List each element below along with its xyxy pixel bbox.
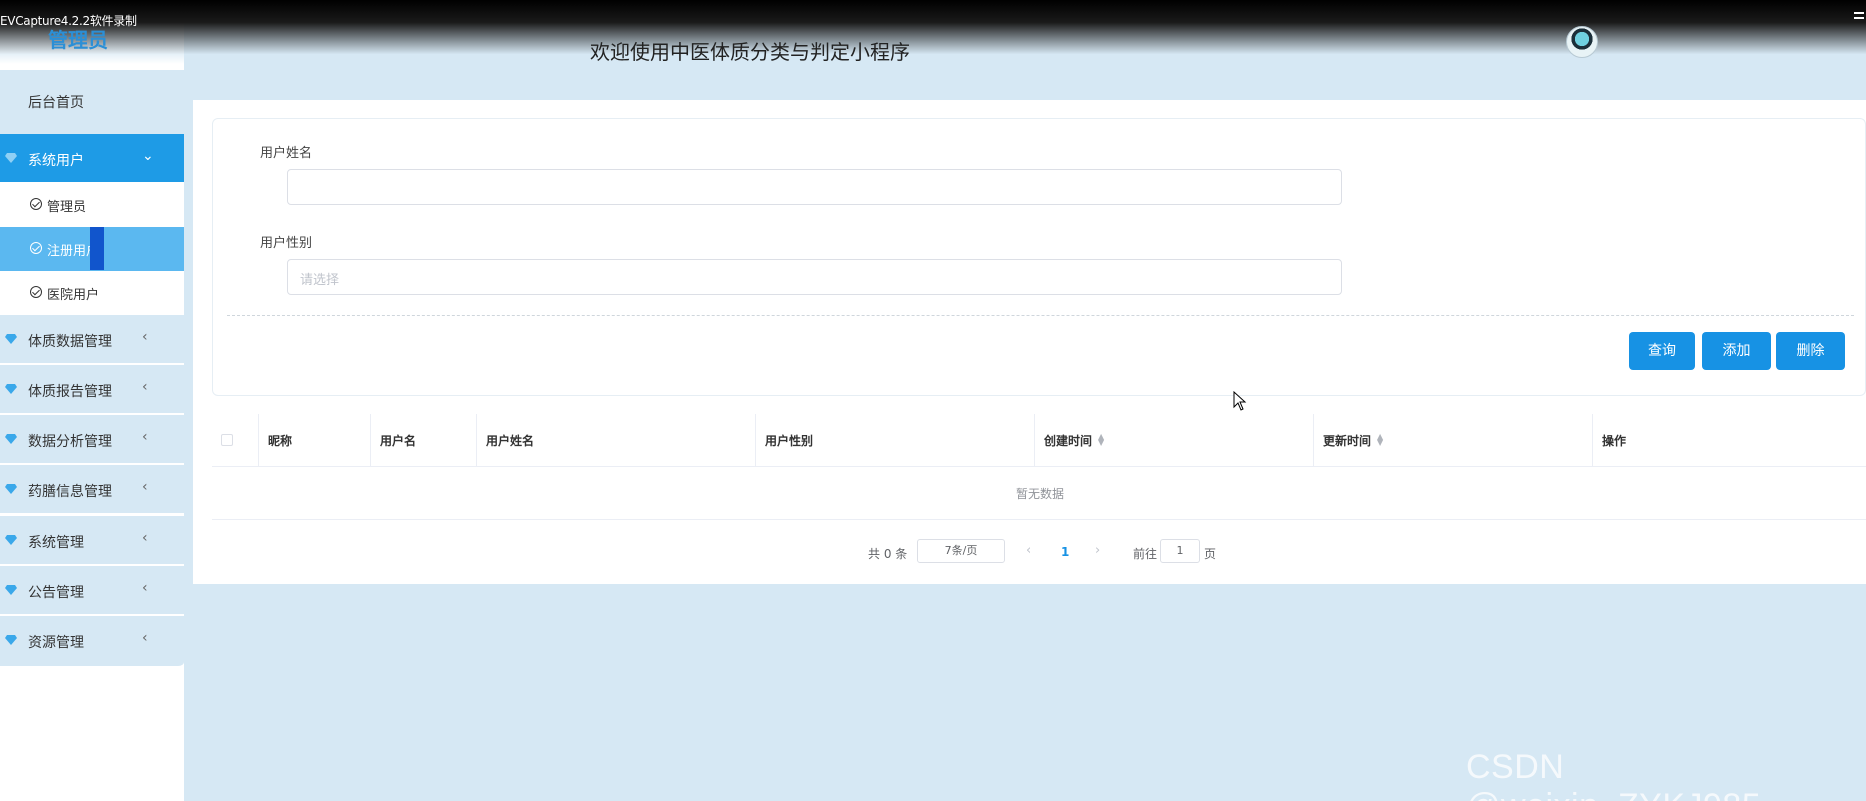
sidebar-item-label: 数据分析管理 — [28, 434, 112, 450]
chevron-down-icon: ⌄ — [142, 148, 154, 164]
sidebar-item-constitution-data[interactable]: 体质数据管理 ‹ — [0, 315, 184, 365]
sidebar-item-constitution-report[interactable]: 体质报告管理 ‹ — [0, 365, 184, 415]
sidebar-item-data-analysis[interactable]: 数据分析管理 ‹ — [0, 415, 184, 465]
sidebar-subitem-label: 管理员 — [47, 200, 87, 215]
user-name-label: 用户姓名 — [260, 146, 313, 161]
chevron-left-icon: ‹ — [142, 530, 148, 546]
sidebar-item-label: 系统用户 — [28, 153, 84, 169]
query-button[interactable]: 查询 — [1629, 332, 1695, 370]
column-header-created-at[interactable]: 创建时间 — [1044, 432, 1092, 449]
watermark: CSDN @weixin_ZYKJ985 — [1466, 748, 1761, 801]
user-name-input[interactable] — [287, 169, 1342, 205]
diamond-icon — [5, 585, 17, 595]
column-header-actions: 操作 — [1602, 434, 1627, 448]
check-circle-icon — [30, 286, 42, 298]
pagination-total: 共 0 条 — [868, 547, 908, 561]
diamond-icon — [5, 484, 17, 494]
sidebar-item-label: 药膳信息管理 — [28, 484, 112, 500]
sidebar-role-title: 管理员 — [48, 28, 108, 52]
sidebar-item-system-management[interactable]: 系统管理 ‹ — [0, 516, 184, 566]
column-header-gender: 用户性别 — [765, 434, 814, 448]
select-all-checkbox[interactable] — [221, 434, 233, 446]
sort-icon[interactable]: ▲ ▼ — [1377, 433, 1383, 447]
chevron-left-icon: ‹ — [142, 580, 148, 596]
column-header-nickname: 昵称 — [268, 434, 293, 448]
diamond-icon — [5, 153, 17, 163]
chevron-left-icon: ‹ — [142, 479, 148, 495]
goto-prefix: 前往 — [1133, 547, 1158, 561]
text-selection-highlight — [90, 227, 104, 270]
sidebar-item-label: 资源管理 — [28, 635, 84, 651]
column-header-real-name: 用户姓名 — [486, 434, 535, 448]
mouse-cursor-icon — [1233, 391, 1247, 411]
chevron-left-icon: ‹ — [142, 379, 148, 395]
sidebar-item-resources[interactable]: 资源管理 ‹ — [0, 616, 184, 668]
sidebar-item-label: 后台首页 — [28, 95, 84, 111]
table-empty-text: 暂无数据 — [1016, 487, 1065, 501]
check-circle-icon — [30, 242, 42, 254]
delete-button[interactable]: 删除 — [1776, 332, 1845, 370]
goto-suffix: 页 — [1204, 547, 1217, 561]
sidebar-subitem-label: 医院用户 — [47, 288, 100, 303]
column-header-username: 用户名 — [380, 434, 417, 448]
sidebar-item-label: 系统管理 — [28, 535, 84, 551]
diamond-icon — [5, 384, 17, 394]
sidebar-item-label: 体质数据管理 — [28, 334, 112, 350]
sidebar-subitem-hospital-users[interactable]: 医院用户 — [0, 271, 184, 315]
sidebar-item-label: 公告管理 — [28, 585, 84, 601]
chevron-left-icon: ‹ — [142, 630, 148, 646]
menu-icon[interactable] — [1854, 12, 1864, 22]
sidebar-item-system-users[interactable]: 系统用户 ⌄ — [0, 134, 184, 184]
check-circle-icon — [30, 198, 42, 210]
diamond-icon — [5, 535, 17, 545]
sidebar-item-announcements[interactable]: 公告管理 ‹ — [0, 566, 184, 616]
sort-icon[interactable]: ▲ ▼ — [1098, 433, 1104, 447]
robot-avatar-icon[interactable] — [1566, 26, 1598, 58]
chevron-left-icon: ‹ — [142, 329, 148, 345]
sidebar-item-label: 体质报告管理 — [28, 384, 112, 400]
search-form — [212, 118, 1866, 396]
prev-page-icon[interactable]: ‹ — [1026, 543, 1031, 558]
diamond-icon — [5, 635, 17, 645]
add-button[interactable]: 添加 — [1702, 332, 1771, 370]
goto-page-input[interactable]: 1 — [1160, 539, 1200, 563]
page-title: 欢迎使用中医体质分类与判定小程序 — [590, 40, 910, 64]
page-size-select[interactable]: 7条/页 — [917, 539, 1005, 563]
page-number-current[interactable]: 1 — [1061, 545, 1069, 559]
diamond-icon — [5, 434, 17, 444]
diamond-icon — [5, 334, 17, 344]
chevron-left-icon: ‹ — [142, 429, 148, 445]
user-gender-select[interactable]: 请选择 — [287, 259, 1342, 295]
next-page-icon[interactable]: › — [1095, 543, 1100, 558]
form-divider — [227, 315, 1854, 316]
sidebar-item-medicinal-diet[interactable]: 药膳信息管理 ‹ — [0, 465, 184, 515]
sidebar: 后台首页 系统用户 ⌄ 管理员 注册用户 医院用户 体质数据管理 ‹ 体质报告管… — [0, 0, 184, 801]
user-gender-label: 用户性别 — [260, 236, 313, 251]
sidebar-subitem-admin[interactable]: 管理员 — [0, 183, 184, 227]
column-header-updated-at[interactable]: 更新时间 — [1323, 432, 1371, 449]
sidebar-item-home[interactable]: 后台首页 — [0, 70, 184, 134]
